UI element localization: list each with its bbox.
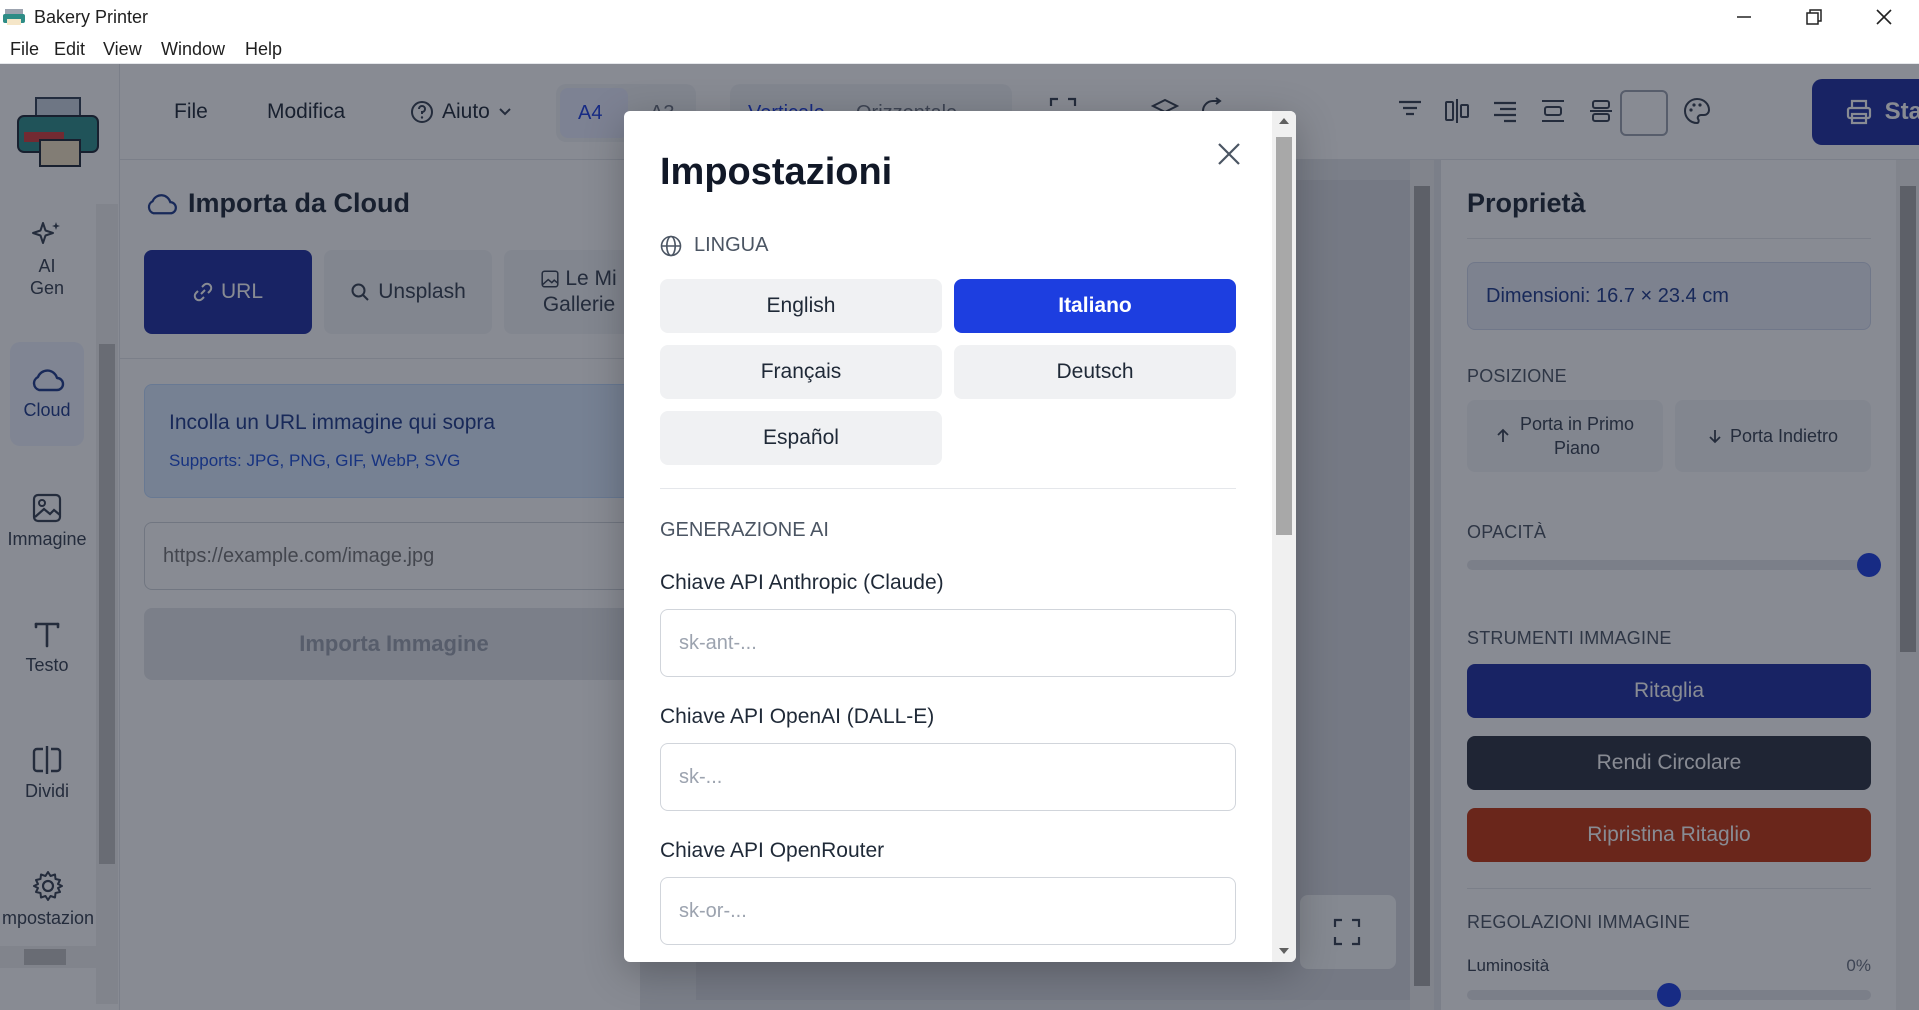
minimize-icon bbox=[1737, 16, 1751, 18]
language-deutsch-label: Deutsch bbox=[1056, 360, 1134, 383]
openai-key-label: Chiave API OpenAI (DALL-E) bbox=[660, 705, 935, 728]
language-italiano[interactable]: Italiano bbox=[954, 279, 1236, 333]
restore-icon bbox=[1806, 9, 1822, 25]
scroll-down-arrow-icon[interactable] bbox=[1279, 947, 1289, 955]
menu-edit[interactable]: Edit bbox=[54, 39, 85, 60]
menu-window[interactable]: Window bbox=[161, 39, 225, 60]
settings-scroll-thumb[interactable] bbox=[1276, 137, 1292, 535]
close-window-button[interactable] bbox=[1849, 0, 1919, 34]
restore-button[interactable] bbox=[1779, 0, 1849, 34]
language-francais[interactable]: Français bbox=[660, 345, 942, 399]
settings-dialog: Impostazioni LINGUA English Italiano Fra… bbox=[624, 111, 1296, 962]
language-label: LINGUA bbox=[694, 234, 769, 256]
close-icon[interactable] bbox=[1216, 141, 1242, 167]
language-espanol-label: Español bbox=[763, 426, 839, 449]
settings-title: Impostazioni bbox=[660, 151, 893, 193]
window-titlebar: Bakery Printer bbox=[0, 0, 1919, 34]
anthropic-key-input[interactable] bbox=[660, 609, 1236, 677]
language-italiano-label: Italiano bbox=[1058, 294, 1132, 317]
openrouter-key-input[interactable] bbox=[660, 877, 1236, 945]
menu-help[interactable]: Help bbox=[245, 39, 282, 60]
language-francais-label: Français bbox=[760, 360, 842, 383]
language-header: LINGUA bbox=[660, 234, 768, 257]
minimize-button[interactable] bbox=[1709, 0, 1779, 34]
app-icon bbox=[3, 9, 25, 25]
language-english-label: English bbox=[766, 294, 836, 317]
ai-generation-label: GENERAZIONE AI bbox=[660, 519, 829, 541]
language-deutsch[interactable]: Deutsch bbox=[954, 345, 1236, 399]
language-espanol[interactable]: Español bbox=[660, 411, 942, 465]
close-icon bbox=[1876, 9, 1892, 25]
divider bbox=[660, 488, 1236, 489]
openrouter-key-label: Chiave API OpenRouter bbox=[660, 839, 885, 862]
language-english[interactable]: English bbox=[660, 279, 942, 333]
openai-key-input[interactable] bbox=[660, 743, 1236, 811]
menu-bar: File Edit View Window Help bbox=[0, 34, 1919, 64]
menu-view[interactable]: View bbox=[103, 39, 142, 60]
globe-icon bbox=[660, 235, 682, 256]
anthropic-key-label: Chiave API Anthropic (Claude) bbox=[660, 571, 944, 594]
settings-scrollbar[interactable] bbox=[1272, 111, 1296, 962]
scroll-up-arrow-icon[interactable] bbox=[1279, 117, 1289, 125]
menu-file[interactable]: File bbox=[10, 39, 39, 60]
window-title: Bakery Printer bbox=[34, 7, 149, 27]
